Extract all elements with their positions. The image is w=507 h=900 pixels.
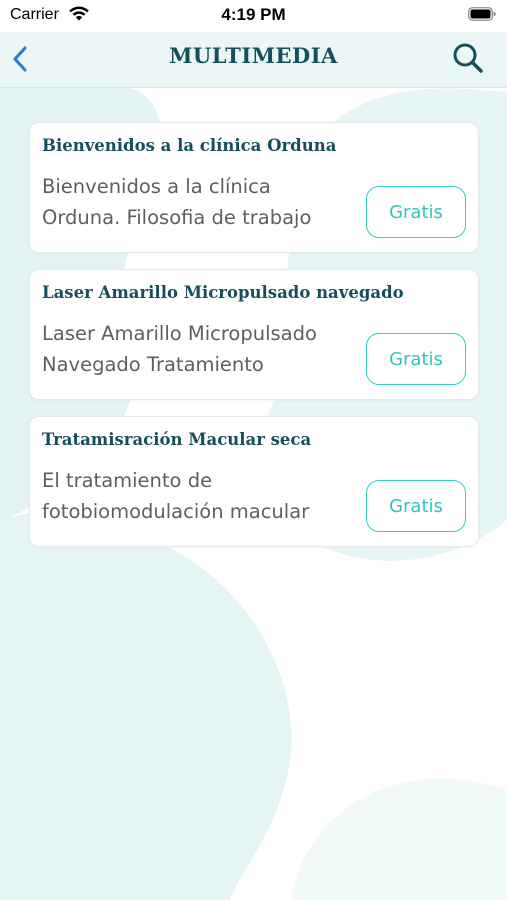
clock: 4:19 PM <box>221 5 286 24</box>
item-title: Bienvenidos a la clínica Orduna <box>42 136 337 155</box>
page-title: MULTIMEDIA <box>169 43 338 68</box>
price-button[interactable]: Gratis <box>366 480 466 532</box>
multimedia-list: Bienvenidos a la clínica Orduna Bienveni… <box>29 122 479 563</box>
price-button[interactable]: Gratis <box>366 186 466 238</box>
navigation-bar: MULTIMEDIA <box>0 32 507 88</box>
list-item[interactable]: Laser Amarillo Micropulsado navegado Las… <box>29 269 479 400</box>
search-icon <box>453 43 483 73</box>
item-title: Laser Amarillo Micropulsado navegado <box>42 283 404 302</box>
search-button[interactable] <box>451 41 485 75</box>
item-description: Laser Amarillo Micropulsado Navegado Tra… <box>42 322 317 376</box>
list-item[interactable]: Tratamisración Macular seca El tratamien… <box>29 416 479 547</box>
price-button[interactable]: Gratis <box>366 333 466 385</box>
item-description: Bienvenidos a la clínica Orduna. Filosof… <box>42 175 312 229</box>
item-title: Tratamisración Macular seca <box>42 430 312 449</box>
list-item[interactable]: Bienvenidos a la clínica Orduna Bienveni… <box>29 122 479 253</box>
item-description: El tratamiento de fotobiomodulación macu… <box>42 469 310 523</box>
battery-icon <box>468 7 496 26</box>
status-bar: Carrier 4:19 PM <box>0 0 507 32</box>
